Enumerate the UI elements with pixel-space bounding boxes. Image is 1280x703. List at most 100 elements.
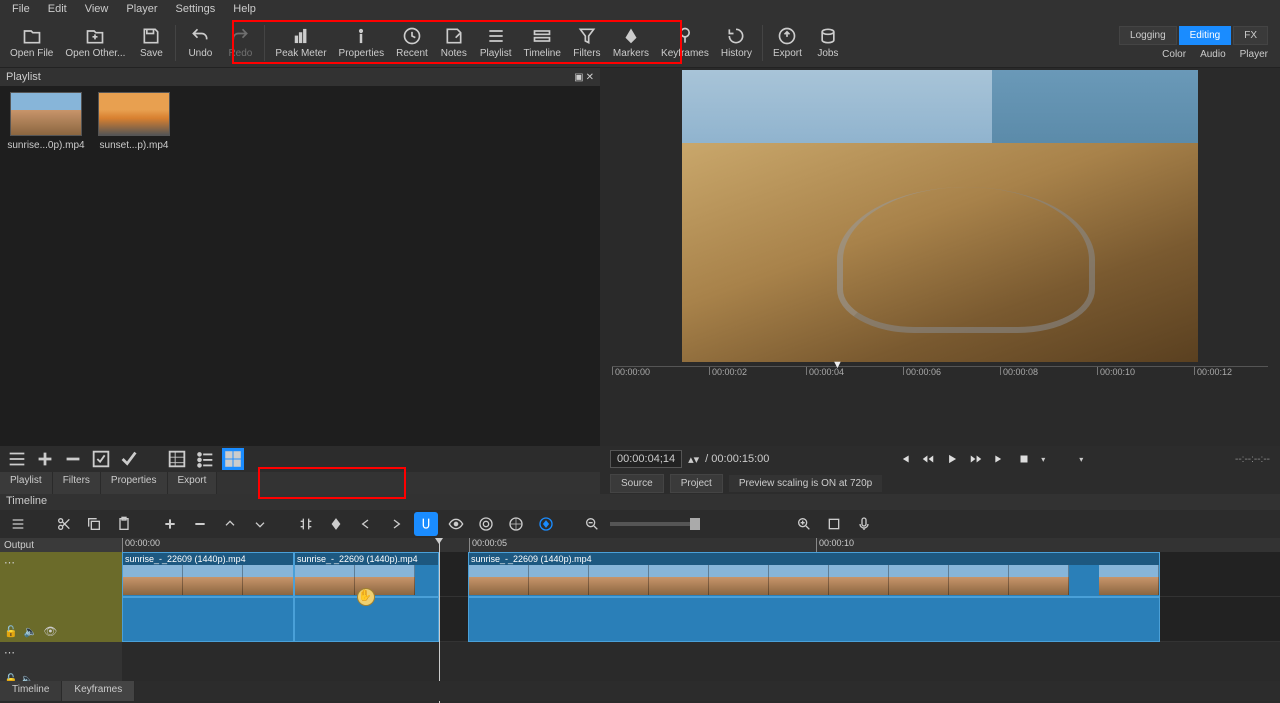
filters-button[interactable]: Filters (567, 24, 607, 61)
preview-ruler[interactable]: ▼ 00:00:00 00:00:02 00:00:04 00:00:06 00… (612, 366, 1268, 386)
lift-icon[interactable] (218, 512, 242, 536)
export-button[interactable]: Export (767, 24, 808, 61)
mode-logging[interactable]: Logging (1119, 26, 1177, 45)
video-track[interactable]: sunrise_-_22609 (1440p).mp4 sunrise_-_22… (122, 552, 1280, 597)
tab-playlist[interactable]: Playlist (0, 472, 53, 494)
menu-icon[interactable] (6, 448, 28, 470)
mode-audio[interactable]: Audio (1200, 49, 1226, 60)
properties-button[interactable]: Properties (333, 24, 391, 61)
dropdown-icon[interactable]: ▾ (1041, 455, 1045, 464)
panel-close-icon[interactable]: ✕ (586, 72, 594, 83)
undo-button[interactable]: Undo (180, 24, 220, 61)
track-v1-header[interactable]: ⋯ 🔓 🔈 👁 (0, 552, 122, 642)
history-button[interactable]: History (715, 24, 758, 61)
dropdown-icon[interactable]: ▾ (1079, 455, 1083, 464)
markers-button[interactable]: Markers (607, 24, 655, 61)
lock-icon[interactable]: 🔓 (4, 625, 18, 638)
append-icon[interactable] (158, 512, 182, 536)
panel-float-icon[interactable]: ▣ (574, 72, 583, 83)
record-audio-icon[interactable] (852, 512, 876, 536)
overwrite-icon[interactable] (248, 512, 272, 536)
scrub-icon[interactable] (444, 512, 468, 536)
project-button[interactable]: Project (670, 474, 723, 493)
timeline-audio-clip[interactable] (468, 597, 1160, 642)
playlist-item[interactable]: sunrise...0p).mp4 (6, 92, 86, 151)
open-file-button[interactable]: Open File (4, 24, 59, 61)
redo-button[interactable]: Redo (220, 24, 260, 61)
grid-icon[interactable] (1055, 452, 1069, 466)
source-button[interactable]: Source (610, 474, 664, 493)
mode-fx[interactable]: FX (1233, 26, 1268, 45)
ripple-all-icon[interactable] (504, 512, 528, 536)
snap-icon[interactable] (414, 512, 438, 536)
remove-tl-icon[interactable] (188, 512, 212, 536)
ripple-icon[interactable] (474, 512, 498, 536)
timeline-menu-icon[interactable] (6, 512, 30, 536)
preview-video[interactable] (682, 70, 1198, 362)
preview-scaling-status[interactable]: Preview scaling is ON at 720p (729, 475, 882, 492)
menu-player[interactable]: Player (118, 1, 165, 17)
zoom-out-icon[interactable] (580, 512, 604, 536)
timeline-clip[interactable]: sunrise_-_22609 (1440p).mp4 (468, 552, 1160, 597)
timeline-clip[interactable]: sunrise_-_22609 (1440p).mp4 (122, 552, 294, 597)
ripple-markers-icon[interactable] (534, 512, 558, 536)
mute-icon[interactable]: 🔈 (24, 625, 38, 638)
next-marker-icon[interactable] (384, 512, 408, 536)
skip-prev-icon[interactable] (897, 452, 911, 466)
cut-icon[interactable] (52, 512, 76, 536)
paste-icon[interactable] (112, 512, 136, 536)
peak-meter-button[interactable]: Peak Meter (269, 24, 332, 61)
mode-editing[interactable]: Editing (1179, 26, 1232, 45)
timeline-playhead[interactable] (439, 538, 440, 703)
audio-track[interactable] (122, 597, 1280, 642)
playlist-button[interactable]: Playlist (474, 24, 518, 61)
copy-icon[interactable] (82, 512, 106, 536)
mode-player[interactable]: Player (1240, 49, 1268, 60)
bottom-tab-timeline[interactable]: Timeline (0, 681, 62, 701)
bottom-tab-keyframes[interactable]: Keyframes (62, 681, 135, 701)
keyframes-button[interactable]: Keyframes (655, 24, 715, 61)
view-details-icon[interactable] (166, 448, 188, 470)
menu-settings[interactable]: Settings (168, 1, 224, 17)
add-icon[interactable] (34, 448, 56, 470)
remove-icon[interactable] (62, 448, 84, 470)
forward-icon[interactable] (969, 452, 983, 466)
tracks-area[interactable]: 00:00:00 00:00:05 00:00:10 sunrise_-_226… (122, 538, 1280, 703)
mode-color[interactable]: Color (1162, 49, 1186, 60)
check-icon[interactable] (118, 448, 140, 470)
view-list-icon[interactable] (194, 448, 216, 470)
recent-button[interactable]: Recent (390, 24, 434, 61)
open-other-button[interactable]: Open Other... (59, 24, 131, 61)
split-icon[interactable] (294, 512, 318, 536)
save-button[interactable]: Save (131, 24, 171, 61)
menu-help[interactable]: Help (225, 1, 264, 17)
jobs-button[interactable]: Jobs (808, 24, 848, 61)
menu-edit[interactable]: Edit (40, 1, 75, 17)
play-icon[interactable] (945, 452, 959, 466)
zoom-fit-tl-icon[interactable] (822, 512, 846, 536)
marker-icon[interactable] (324, 512, 348, 536)
zoom-fit-icon[interactable] (1017, 452, 1031, 466)
update-icon[interactable] (90, 448, 112, 470)
tab-export[interactable]: Export (168, 472, 218, 494)
timeline-audio-clip[interactable] (122, 597, 294, 642)
notes-button[interactable]: Notes (434, 24, 474, 61)
hide-icon[interactable]: 👁 (43, 625, 57, 638)
tab-properties[interactable]: Properties (101, 472, 168, 494)
skip-next-icon[interactable] (993, 452, 1007, 466)
playlist-item[interactable]: sunset...p).mp4 (94, 92, 174, 151)
playlist-body[interactable]: sunrise...0p).mp4 sunset...p).mp4 (0, 86, 600, 446)
timeline-button[interactable]: Timeline (518, 24, 567, 61)
menu-file[interactable]: File (4, 1, 38, 17)
zoom-slider[interactable] (610, 522, 700, 526)
tc-spinner[interactable]: ▴▾ (688, 453, 699, 466)
zoom-in-icon[interactable] (792, 512, 816, 536)
output-header[interactable]: Output (0, 538, 122, 552)
rewind-icon[interactable] (921, 452, 935, 466)
menu-view[interactable]: View (77, 1, 117, 17)
tab-filters[interactable]: Filters (53, 472, 101, 494)
view-grid-icon[interactable] (222, 448, 244, 470)
prev-marker-icon[interactable] (354, 512, 378, 536)
current-timecode[interactable]: 00:00:04;14 (610, 450, 682, 468)
timeline-ruler[interactable]: 00:00:00 00:00:05 00:00:10 (122, 538, 1280, 552)
